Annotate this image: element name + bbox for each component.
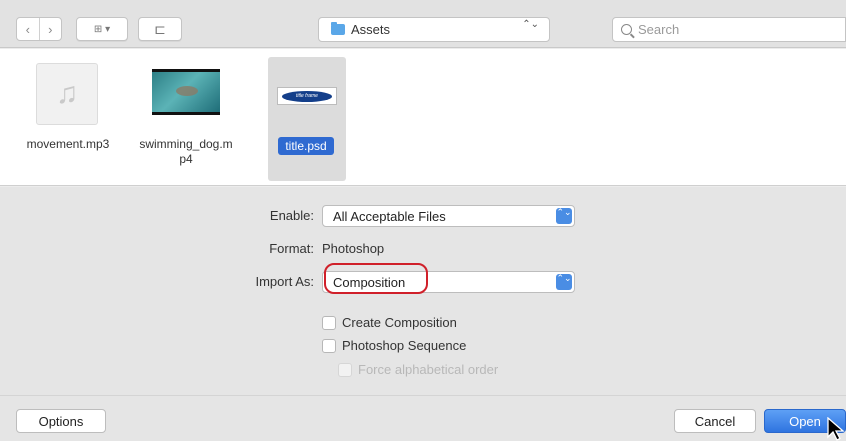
- file-label-selected[interactable]: title.psd: [278, 137, 334, 155]
- forward-button[interactable]: ›: [38, 18, 62, 40]
- force-alphabetical-checkbox: Force alphabetical order: [338, 362, 498, 377]
- chevron-updown-icon: ⌃⌄: [556, 274, 572, 290]
- chevron-updown-icon: ⌃⌄: [522, 19, 539, 30]
- mouse-cursor-icon: [827, 417, 845, 441]
- file-label[interactable]: movement.mp3: [18, 137, 118, 152]
- options-button[interactable]: Options: [16, 409, 106, 433]
- enable-popup[interactable]: All Acceptable Files ⌃⌄: [322, 205, 575, 227]
- new-folder-button[interactable]: ⊏: [138, 17, 182, 41]
- checkbox-label: Force alphabetical order: [358, 362, 499, 377]
- create-composition-checkbox[interactable]: Create Composition: [322, 315, 457, 330]
- checkbox-box: [338, 362, 352, 377]
- chevron-updown-icon: ⌃⌄: [556, 208, 572, 224]
- file-item-title-psd[interactable]: title frame: [277, 87, 337, 105]
- music-note-icon: ♫: [55, 77, 79, 110]
- file-item-swimming-dog[interactable]: [152, 69, 220, 115]
- selection-highlight: [268, 57, 346, 181]
- folder-icon: [331, 22, 345, 35]
- file-browser: ♫ movement.mp3 swimming_dog.m p4 title f…: [0, 49, 846, 186]
- format-value: Photoshop: [322, 241, 385, 256]
- cancel-button[interactable]: Cancel: [674, 409, 756, 433]
- search-icon: [621, 24, 632, 35]
- checkbox-label: Photoshop Sequence: [342, 338, 467, 353]
- enable-value: All Acceptable Files: [333, 208, 446, 224]
- import-options: Enable: All Acceptable Files ⌃⌄ Format: …: [0, 187, 846, 395]
- view-options-button[interactable]: ⊞ ▾: [76, 17, 128, 41]
- back-button[interactable]: ‹: [17, 18, 39, 40]
- dialog-footer: Options Cancel Open: [0, 395, 846, 441]
- photoshop-sequence-checkbox[interactable]: Photoshop Sequence: [322, 338, 466, 353]
- video-thumbnail: [176, 86, 198, 96]
- checkbox-box: [322, 315, 336, 330]
- file-label[interactable]: swimming_dog.m p4: [132, 137, 240, 167]
- file-item-movement-mp3[interactable]: ♫: [36, 63, 98, 125]
- enable-label: Enable:: [269, 208, 314, 223]
- toolbar: ‹ › ⊞ ▾ ⊏ Assets ⌃⌄ Search: [0, 0, 846, 48]
- search-field[interactable]: Search: [612, 17, 846, 42]
- location-label: Assets: [351, 22, 391, 37]
- location-popup[interactable]: Assets ⌃⌄: [318, 17, 550, 42]
- format-label: Format:: [269, 241, 314, 256]
- annotation-highlight: [324, 263, 428, 294]
- search-placeholder: Search: [638, 22, 680, 37]
- import-as-label: Import As:: [255, 274, 314, 289]
- checkbox-label: Create Composition: [342, 315, 457, 330]
- nav-buttons: ‹ ›: [16, 17, 62, 41]
- checkbox-box: [322, 338, 336, 353]
- psd-thumbnail: title frame: [282, 90, 332, 102]
